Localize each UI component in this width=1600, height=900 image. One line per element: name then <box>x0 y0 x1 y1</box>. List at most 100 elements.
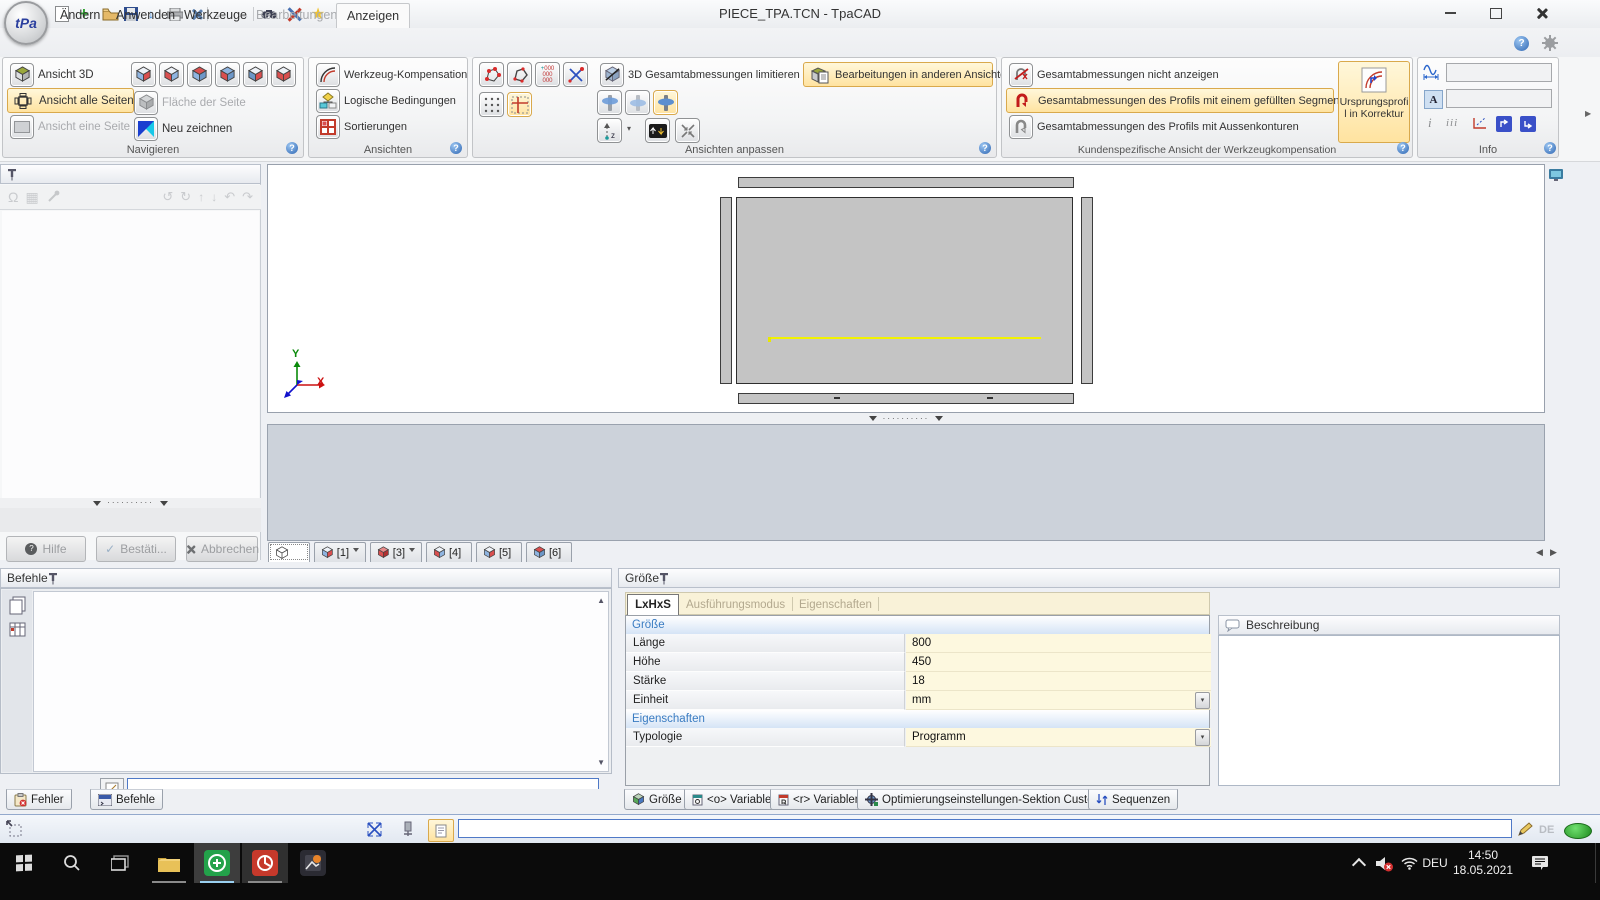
bearbeitungen-andere-ansichten-button[interactable]: Bearbeitungen in anderen Ansichten <box>803 62 993 87</box>
expand-arrows-button[interactable] <box>563 62 588 87</box>
ansicht-3d-button[interactable]: Ansicht 3D <box>7 62 129 87</box>
ansicht-alle-seiten-button[interactable]: Ansicht alle Seiten <box>7 88 134 113</box>
section-view-1-button[interactable] <box>597 90 622 115</box>
canvas-corner-icon[interactable] <box>1549 168 1563 182</box>
rotate-left-icon[interactable]: ↺ <box>162 189 173 205</box>
curve-forward-icon[interactable]: ↷ <box>242 189 253 205</box>
tray-expand-button[interactable] <box>1346 843 1372 883</box>
canvas-splitter[interactable]: ·········· <box>267 413 1545 424</box>
taskbar-language-button[interactable]: DEU <box>1420 843 1450 883</box>
tab-ausfuehrungsmodus[interactable]: Ausführungsmodus <box>686 594 785 615</box>
close-button[interactable] <box>1524 0 1560 26</box>
face-view-4-button[interactable] <box>215 62 240 87</box>
z-axis-button[interactable]: z <box>597 118 622 143</box>
neu-zeichnen-button[interactable]: Neu zeichnen <box>131 116 235 141</box>
tab-optimierung[interactable]: Optimierungseinstellungen-Sektion Custom <box>857 789 1111 810</box>
arrow-down-button[interactable] <box>1520 116 1536 132</box>
taskbar-tpacad-button[interactable] <box>194 843 240 883</box>
menu-tab-werkzeuge[interactable]: Werkzeuge <box>174 3 257 27</box>
profile-line[interactable] <box>769 337 1041 339</box>
cad-canvas[interactable]: Y X <box>267 164 1545 413</box>
menu-tab-bearbeitungen[interactable]: Bearbeitungen <box>246 3 347 27</box>
typologie-dropdown[interactable]: ▾ <box>1195 729 1210 746</box>
workpiece-side-right[interactable] <box>1081 197 1093 384</box>
ursprungsprofil-button[interactable]: Ursprungsprofi l in Korrektur <box>1338 61 1410 143</box>
task-view-button[interactable] <box>96 843 144 883</box>
coordinates-button[interactable]: +000000000 <box>535 62 560 87</box>
tab-r-variablen[interactable]: <r> Variablen <box>770 789 869 810</box>
face-view-6-button[interactable] <box>271 62 296 87</box>
sort-up-icon[interactable]: ↑ <box>198 190 204 204</box>
left-panel-body[interactable] <box>2 211 259 498</box>
help-button[interactable]: ? <box>1514 36 1529 51</box>
hilfe-button[interactable]: ? Hilfe <box>6 536 86 562</box>
row-hoehe-value[interactable]: 450 <box>906 653 1211 672</box>
tab-lxhxs[interactable]: LxHxS <box>627 594 679 615</box>
ribbon-overflow-arrow[interactable]: ▶ <box>1585 109 1591 118</box>
network-button[interactable] <box>1396 843 1422 883</box>
view-tab-1[interactable]: [1] <box>314 542 366 562</box>
abbrechen-button[interactable]: Abbrechen <box>186 536 258 562</box>
menu-tab-aendern[interactable]: Ändern <box>50 3 110 27</box>
pin-icon[interactable] <box>7 168 17 181</box>
section-view-3-button[interactable] <box>653 90 678 115</box>
tab-fehler[interactable]: Fehler <box>6 789 72 810</box>
settings-gear-button[interactable] <box>1542 35 1558 54</box>
werkzeug-kompensation-button[interactable]: Werkzeug-Kompensation <box>313 62 470 87</box>
gesamtabmessungen-nicht-anzeigen-button[interactable]: Gesamtabmessungen nicht anzeigen <box>1006 62 1222 87</box>
text-value-field[interactable] <box>1446 89 1552 108</box>
app-logo[interactable]: tPa <box>4 1 48 45</box>
bestaetigen-button[interactable]: ✓ Bestäti... <box>96 536 176 562</box>
gesamtabmessungen-gefuellt-button[interactable]: Gesamtabmessungen des Profils mit einem … <box>1006 88 1334 113</box>
view-tab-6[interactable]: [6] <box>526 542 572 562</box>
rotate-right-icon[interactable]: ↻ <box>180 189 191 205</box>
group-help-icon[interactable]: ? <box>450 142 462 154</box>
sortierungen-button[interactable]: Sortierungen <box>313 114 410 139</box>
maximize-button[interactable] <box>1478 0 1514 26</box>
minimize-button[interactable] <box>1432 0 1468 26</box>
drill-tool-icon[interactable] <box>46 190 60 204</box>
volume-button[interactable] <box>1370 843 1398 883</box>
secondary-view[interactable] <box>267 424 1545 541</box>
edit-pencil-icon[interactable] <box>1517 821 1533 837</box>
group-help-icon[interactable]: ? <box>1544 142 1556 154</box>
face-view-1-button[interactable] <box>131 62 156 87</box>
taskbar-clock[interactable]: 14:50 18.05.2021 <box>1448 843 1518 883</box>
measure-value-field[interactable] <box>1446 63 1552 82</box>
invert-io-button[interactable] <box>645 118 670 143</box>
pin-icon[interactable] <box>48 572 58 585</box>
beschreibung-body[interactable] <box>1218 635 1560 786</box>
menu-tab-anzeigen[interactable]: Anzeigen <box>336 3 410 28</box>
row-typologie-value[interactable]: Programm ▾ <box>906 728 1211 747</box>
group-help-icon[interactable]: ? <box>286 142 298 154</box>
corner-measure-icon[interactable] <box>1472 116 1488 133</box>
profile-points-button[interactable] <box>507 62 532 87</box>
tab-sequenzen[interactable]: Sequenzen <box>1088 789 1178 810</box>
collapse-arrows-button[interactable] <box>675 118 700 143</box>
face-view-5-button[interactable] <box>243 62 268 87</box>
group-help-icon[interactable]: ? <box>1397 142 1409 154</box>
scroll-up-icon[interactable]: ▲ <box>597 596 605 605</box>
taskbar-explorer-button[interactable] <box>146 843 192 883</box>
row-laenge-value[interactable]: 800 <box>906 634 1211 653</box>
workpiece-side-top[interactable] <box>738 177 1074 188</box>
ansicht-eine-seite-button[interactable]: Ansicht eine Seite <box>7 114 134 139</box>
taskbar-app-red-button[interactable] <box>242 843 288 883</box>
workpiece-face-main[interactable] <box>736 197 1073 384</box>
limit-3d-dimensions-button[interactable]: 3D Gesamtabmessungen limitieren <box>597 62 803 87</box>
active-doc-icon[interactable] <box>428 819 454 842</box>
face-view-3-button[interactable] <box>187 62 212 87</box>
show-desktop-sliver[interactable] <box>1595 843 1600 883</box>
view-tab-next-arrow[interactable]: ▶ <box>1550 547 1557 558</box>
scroll-down-icon[interactable]: ▼ <box>597 758 605 767</box>
pages-icon[interactable] <box>9 596 26 615</box>
row-staerke-value[interactable]: 18 <box>906 672 1211 691</box>
row-einheit-value[interactable]: mm ▾ <box>906 691 1211 710</box>
befehle-list[interactable]: ▲ ▼ <box>33 591 609 772</box>
taskbar-search-button[interactable] <box>48 843 96 883</box>
view-tab-5[interactable]: [5] <box>476 542 522 562</box>
selection-tool-icon[interactable] <box>5 820 23 838</box>
workpiece-side-left[interactable] <box>720 197 732 384</box>
tab-befehle[interactable]: Befehle <box>90 789 163 810</box>
notification-center-button[interactable] <box>1522 843 1558 883</box>
